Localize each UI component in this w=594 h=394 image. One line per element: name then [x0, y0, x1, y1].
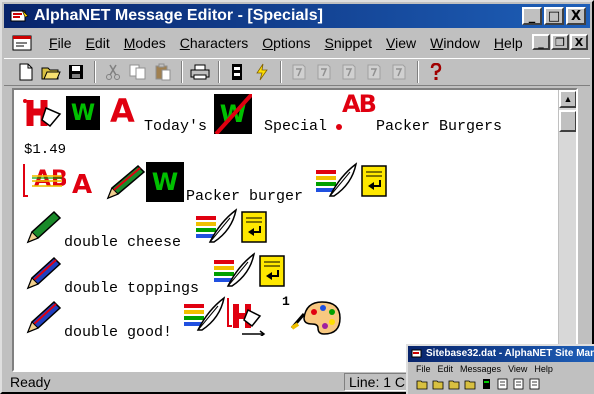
red-a-glyph: A — [110, 92, 135, 130]
message-editor-area[interactable]: W A Today's W Special AB Packer Burgers … — [12, 88, 578, 372]
lightning-icon[interactable] — [250, 61, 274, 83]
maximize-button[interactable]: □ — [544, 7, 564, 25]
format-4-icon[interactable] — [362, 61, 386, 83]
yellow-note-icon — [240, 210, 268, 244]
minimize-button[interactable]: _ — [522, 7, 542, 25]
menu-bar: File Edit Modes Characters Options Snipp… — [4, 32, 590, 54]
rainbow-feather-icon — [182, 296, 226, 334]
save-icon[interactable] — [64, 61, 88, 83]
toolbar-separator — [280, 61, 282, 83]
new-icon[interactable] — [14, 61, 38, 83]
mdi-restore-button[interactable]: ❐ — [551, 34, 569, 50]
toolbar-separator — [94, 61, 96, 83]
yellow-note-icon — [258, 254, 286, 288]
mini-device-icon[interactable] — [480, 378, 493, 390]
packer-burgers-text: Packer Burgers — [376, 118, 503, 135]
mini-doc-icon[interactable] — [496, 378, 509, 390]
mini-menu-edit[interactable]: Edit — [438, 362, 454, 376]
help-icon[interactable] — [424, 61, 448, 83]
svg-text:AB: AB — [34, 167, 66, 192]
menu-characters[interactable]: Characters — [173, 35, 255, 51]
window-title: AlphaNET Message Editor - [Specials] — [34, 7, 323, 24]
superscript-one: 1 — [282, 294, 290, 309]
mini-menu-view[interactable]: View — [508, 362, 527, 376]
site-manager-app-icon — [411, 349, 422, 358]
rainbow-feather-icon — [212, 252, 256, 290]
mini-open-icon[interactable] — [464, 378, 477, 390]
red-a-glyph-2: A — [72, 170, 93, 200]
site-manager-menu: File Edit Messages View Help — [408, 362, 594, 376]
format-1-icon[interactable] — [287, 61, 311, 83]
menu-file[interactable]: File — [42, 35, 79, 51]
transmit-icon[interactable] — [225, 61, 249, 83]
packer-burger-text: Packer burger — [186, 188, 304, 205]
message-editor-window: AlphaNET Message Editor - [Specials] _ □… — [0, 0, 594, 394]
rainbow-feather-icon — [314, 162, 358, 200]
format-2-icon[interactable] — [312, 61, 336, 83]
w-badge-icon: W — [66, 96, 100, 130]
app-icon — [10, 8, 30, 24]
toolbar-separator — [218, 61, 220, 83]
green-pencil-icon — [24, 208, 62, 246]
print-icon[interactable] — [188, 61, 212, 83]
double-toppings-text: double toppings — [64, 280, 200, 297]
menu-view[interactable]: View — [379, 35, 423, 51]
format-3-icon[interactable] — [337, 61, 361, 83]
site-manager-toolbar — [408, 376, 594, 392]
rainbow-ab-icon: AB — [22, 160, 68, 200]
menu-options[interactable]: Options — [255, 35, 317, 51]
menu-window[interactable]: Window — [423, 35, 487, 51]
yellow-note-icon — [360, 164, 388, 198]
menu-snippet[interactable]: Snippet — [317, 35, 379, 51]
mini-menu-messages[interactable]: Messages — [460, 362, 501, 376]
menu-edit[interactable]: Edit — [79, 35, 117, 51]
title-bar[interactable]: AlphaNET Message Editor - [Specials] _ □… — [4, 4, 590, 28]
mini-open-icon[interactable] — [432, 378, 445, 390]
document-icon[interactable] — [12, 34, 34, 52]
toolbar-separator — [417, 61, 419, 83]
menu-modes[interactable]: Modes — [117, 35, 173, 51]
mini-doc-icon[interactable] — [528, 378, 541, 390]
mdi-minimize-button[interactable]: _ — [532, 34, 550, 50]
mini-menu-help[interactable]: Help — [534, 362, 553, 376]
status-text: Ready — [10, 374, 51, 390]
site-manager-window[interactable]: Sitebase32.dat - AlphaNET Site Man File … — [406, 344, 594, 394]
blue-pencil-icon — [24, 298, 62, 336]
mini-menu-file[interactable]: File — [416, 362, 431, 376]
double-good-text: double good! — [64, 324, 173, 341]
site-manager-title-bar[interactable]: Sitebase32.dat - AlphaNET Site Man — [408, 346, 594, 362]
price-text: $1.49 — [24, 142, 67, 158]
mini-open-icon[interactable] — [416, 378, 429, 390]
rainbow-feather-icon — [194, 208, 238, 246]
mini-open-icon[interactable] — [448, 378, 461, 390]
vertical-scrollbar[interactable]: ▲ — [558, 90, 576, 370]
cartoon-h-icon — [22, 96, 64, 132]
menu-help[interactable]: Help — [487, 35, 530, 51]
cut-icon[interactable] — [101, 61, 125, 83]
w-struck-icon: W — [214, 94, 252, 134]
toolbar — [4, 58, 590, 86]
close-button[interactable]: X — [566, 7, 586, 25]
paint-palette-icon — [290, 298, 342, 338]
todays-text: Today's — [144, 118, 208, 135]
paste-icon[interactable] — [151, 61, 175, 83]
copy-icon[interactable] — [126, 61, 150, 83]
scroll-thumb[interactable] — [559, 110, 576, 132]
red-ab-glyph: AB — [342, 90, 377, 118]
double-cheese-text: double cheese — [64, 234, 182, 251]
w-badge-icon-2: W — [146, 162, 184, 202]
format-5-icon[interactable] — [387, 61, 411, 83]
red-dot-icon — [336, 124, 342, 130]
pencil-icon — [104, 162, 148, 202]
toolbar-separator — [181, 61, 183, 83]
special-text: Special — [264, 118, 328, 135]
cartoon-h-arrow-icon — [226, 296, 282, 338]
blue-pencil-icon — [24, 254, 62, 292]
open-icon[interactable] — [39, 61, 63, 83]
mdi-close-button[interactable]: X — [570, 34, 588, 50]
site-manager-title: Sitebase32.dat - AlphaNET Site Man — [426, 348, 594, 359]
scroll-up-icon[interactable]: ▲ — [559, 90, 576, 108]
mini-doc-icon[interactable] — [512, 378, 525, 390]
